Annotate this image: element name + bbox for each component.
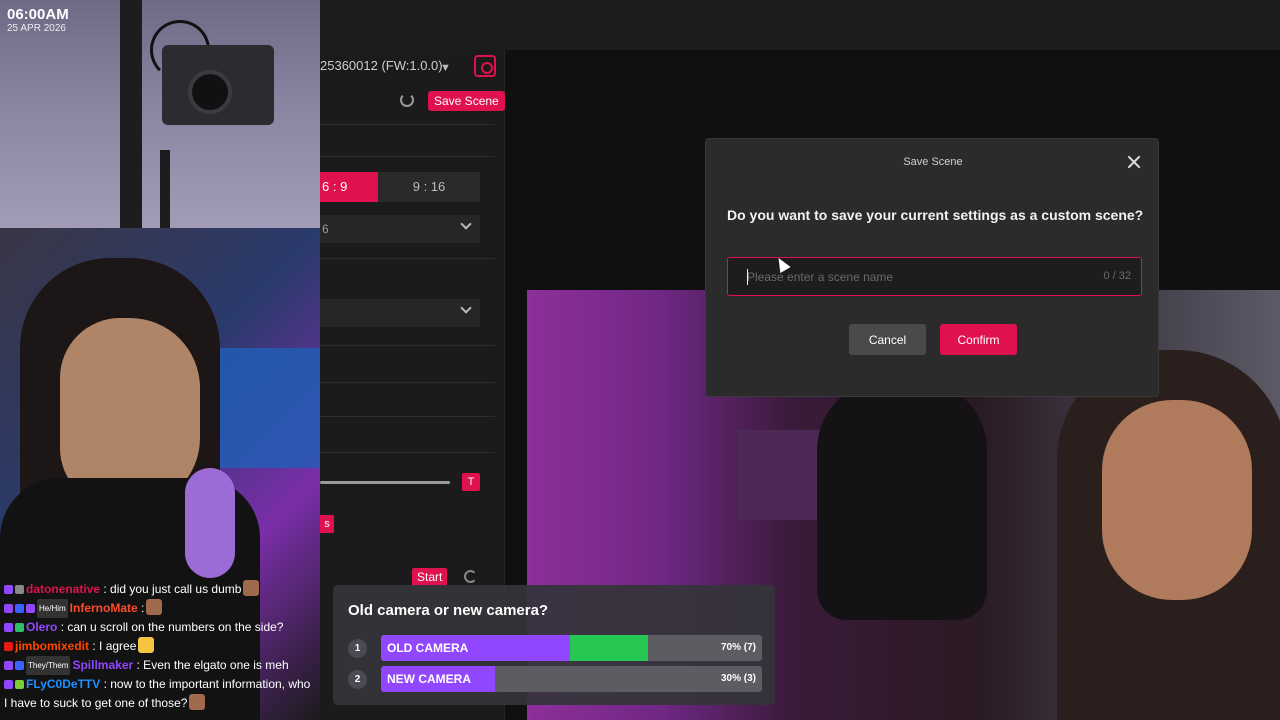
poll-option-result: 30% (3) xyxy=(720,673,756,684)
chevron-down-icon xyxy=(460,302,472,314)
chat-message: I have to suck to get one of those? xyxy=(4,694,318,713)
resolution-select[interactable]: 6 xyxy=(320,215,480,243)
chat-message: Olero : can u scroll on the numbers on t… xyxy=(4,618,318,637)
reset-icon[interactable] xyxy=(400,93,414,107)
chat-message: datonenative : did you just call us dumb xyxy=(4,580,318,599)
tripod-stand xyxy=(120,0,142,228)
chat-badge-icon xyxy=(15,623,24,632)
text-toggle-button[interactable]: T xyxy=(462,473,480,491)
microphone xyxy=(185,468,235,578)
poll-option-result: 70% (7) xyxy=(720,642,756,653)
top-webcam-feed: 06:00AM 25 APR 2026 xyxy=(0,0,320,228)
emote-icon xyxy=(138,637,155,653)
chat-text: : xyxy=(141,601,145,615)
divider xyxy=(320,345,495,346)
emote-icon xyxy=(146,599,163,615)
poll-widget: Old camera or new camera? 1 OLD CAMERA 7… xyxy=(333,585,775,705)
scene-name-field[interactable]: 0 / 32 xyxy=(727,257,1142,296)
chat-username: datonenative xyxy=(26,582,101,596)
chat-text: I have to suck to get one of those? xyxy=(4,696,188,710)
confirm-button[interactable]: Confirm xyxy=(940,324,1017,355)
resolution-select-value: 6 xyxy=(322,222,329,236)
chat-badge-icon xyxy=(4,623,13,632)
close-icon[interactable] xyxy=(1127,155,1141,169)
chat-text: : can u scroll on the numbers on the sid… xyxy=(60,620,284,634)
preview-chair xyxy=(817,380,987,620)
poll-option-bar: NEW CAMERA 30% (3) xyxy=(381,666,762,692)
emote-icon xyxy=(243,580,260,596)
chat-badge-icon xyxy=(15,661,24,670)
chat-badge-icon xyxy=(4,642,13,651)
chat-username: InfernoMate xyxy=(69,601,138,615)
dialog-title: Save Scene xyxy=(903,156,963,168)
char-counter: 0 / 32 xyxy=(1103,270,1131,282)
divider xyxy=(320,156,495,157)
poll-question: Old camera or new camera? xyxy=(348,602,549,619)
chat-username: Spillmaker xyxy=(72,658,134,672)
ratio-16-9-button[interactable]: 6 : 9 xyxy=(320,172,378,202)
chat-username: Olero xyxy=(26,620,58,634)
poll-option-label: NEW CAMERA xyxy=(387,672,471,686)
save-scene-button[interactable]: Save Scene xyxy=(428,91,505,111)
chat-text: : I agree xyxy=(92,639,137,653)
chat-badge-icon xyxy=(4,680,13,689)
poll-option-label: OLD CAMERA xyxy=(387,641,469,655)
tripod-leg xyxy=(160,150,170,228)
chat-username: jimbomixedit xyxy=(15,639,90,653)
chat-message: They/Them Spillmaker : Even the elgato on… xyxy=(4,656,318,675)
chat-message: He/Him InfernoMate : xyxy=(4,599,318,618)
ratio-9-16-button[interactable]: 9 : 16 xyxy=(378,172,480,202)
poll-option-row: 1 OLD CAMERA 70% (7) xyxy=(348,635,762,661)
frame-rate-select[interactable] xyxy=(320,299,480,327)
chat-badge-icon xyxy=(4,661,13,670)
emote-icon xyxy=(189,694,206,710)
divider xyxy=(320,416,495,417)
caret-down-icon[interactable]: ▼ xyxy=(440,62,451,74)
adjustment-slider[interactable] xyxy=(320,481,450,484)
chat-username: FLyC0DeTTV xyxy=(26,677,101,691)
chat-overlay: datonenative : did you just call us dumb… xyxy=(4,580,318,713)
chat-text: : did you just call us dumb xyxy=(103,582,242,596)
reload-icon[interactable] xyxy=(464,570,477,583)
chat-badge-icon xyxy=(26,604,35,613)
dialog-question: Do you want to save your current setting… xyxy=(727,207,1144,223)
snapshot-camera-icon[interactable] xyxy=(474,55,496,77)
app-top-bar xyxy=(320,0,1280,50)
divider xyxy=(320,258,495,259)
clock: 06:00AM xyxy=(7,6,69,23)
chat-badge-icon xyxy=(15,604,24,613)
s-button[interactable]: s xyxy=(320,515,334,533)
poll-option-bar: OLD CAMERA 70% (7) xyxy=(381,635,762,661)
chat-text: : Even the elgato one is meh xyxy=(136,658,289,672)
preview-face xyxy=(1102,400,1252,600)
chat-message: jimbomixedit : I agree xyxy=(4,637,318,656)
start-button[interactable]: Start xyxy=(412,568,448,586)
pronoun-badge: He/Him xyxy=(37,599,68,618)
chevron-down-icon xyxy=(460,218,472,230)
poll-option-row: 2 NEW CAMERA 30% (3) xyxy=(348,666,762,692)
chat-badge-icon xyxy=(4,585,13,594)
divider xyxy=(320,452,495,453)
poll-option-number: 2 xyxy=(348,670,367,689)
date: 25 APR 2026 xyxy=(7,23,66,34)
chat-badge-icon xyxy=(15,585,24,594)
divider xyxy=(320,124,495,125)
camera-lens xyxy=(188,70,232,114)
text-caret xyxy=(747,269,748,285)
save-scene-dialog: Save Scene Do you want to save your curr… xyxy=(705,138,1159,397)
chat-badge-icon xyxy=(4,604,13,613)
divider xyxy=(320,382,495,383)
device-selector[interactable]: 25360012 (FW:1.0.0) xyxy=(320,58,443,73)
cancel-button[interactable]: Cancel xyxy=(849,324,926,355)
chat-message: FLyC0DeTTV : now to the important inform… xyxy=(4,675,318,694)
pronoun-badge: They/Them xyxy=(26,656,71,675)
poll-bar-fill-green xyxy=(569,635,648,661)
chat-badge-icon xyxy=(15,680,24,689)
poll-option-number: 1 xyxy=(348,639,367,658)
chat-text: : now to the important information, who xyxy=(103,677,311,691)
